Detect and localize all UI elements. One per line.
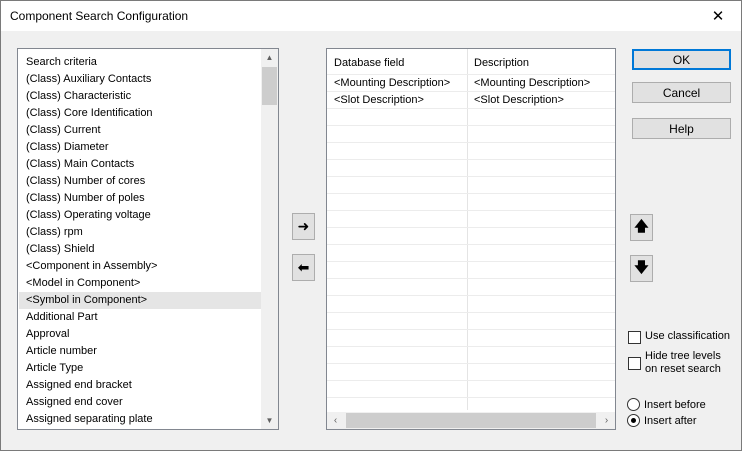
help-button[interactable]: Help — [632, 118, 731, 139]
list-item[interactable]: (Class) Current — [19, 122, 263, 139]
list-item[interactable]: (Class) Core Identification — [19, 105, 263, 122]
dialog-window: Component Search Configuration ✕ Search … — [0, 0, 742, 451]
insert-before-label: Insert before — [644, 398, 706, 411]
cell-description: <Slot Description> — [474, 94, 564, 106]
list-item[interactable]: (Class) Number of poles — [19, 190, 263, 207]
list-item[interactable]: (Class) Shield — [19, 241, 263, 258]
checkbox-box[interactable] — [628, 357, 641, 370]
list-header-item[interactable]: Search criteria — [19, 54, 263, 71]
criteria-scrollbar[interactable]: ▲ ▼ — [261, 49, 278, 429]
list-item[interactable]: Approval — [19, 326, 263, 343]
insert-after-radio[interactable]: Insert after — [627, 414, 697, 427]
scroll-thumb[interactable] — [262, 67, 277, 105]
cell-description: <Mounting Description> — [474, 77, 591, 89]
cell-database-field: <Slot Description> — [334, 94, 424, 106]
use-classification-checkbox[interactable]: Use classification — [628, 330, 730, 344]
close-button[interactable]: ✕ — [695, 1, 741, 31]
list-item[interactable]: (Class) rpm — [19, 224, 263, 241]
scroll-up-icon[interactable]: ▲ — [261, 49, 278, 66]
list-item[interactable]: Article Type — [19, 360, 263, 377]
radio-circle[interactable] — [627, 398, 640, 411]
table-horizontal-scrollbar[interactable]: ‹ › — [327, 412, 615, 429]
list-item[interactable]: <Symbol in Component> — [19, 292, 263, 309]
hide-tree-levels-label: Hide tree levels on reset search — [645, 350, 721, 375]
arrow-left-icon: ⬅ — [297, 259, 310, 275]
horizontal-scroll-thumb[interactable] — [346, 413, 596, 428]
window-title: Component Search Configuration — [10, 9, 189, 23]
checkbox-box[interactable] — [628, 331, 641, 344]
move-down-button[interactable]: 🡇 — [630, 255, 653, 282]
list-item[interactable]: (Class) Operating voltage — [19, 207, 263, 224]
remove-field-button[interactable]: ⬅ — [292, 254, 315, 281]
cancel-button[interactable]: Cancel — [632, 82, 731, 103]
move-up-button[interactable]: 🡅 — [630, 214, 653, 241]
close-icon: ✕ — [711, 8, 725, 25]
hide-tree-levels-checkbox[interactable]: Hide tree levels on reset search — [628, 350, 721, 376]
column-header-description[interactable]: Description — [474, 55, 529, 71]
list-item[interactable]: Assigned separating plate — [19, 411, 263, 428]
list-item[interactable]: Article number — [19, 343, 263, 360]
radio-circle[interactable] — [627, 414, 640, 427]
arrow-down-icon: 🡇 — [634, 258, 649, 275]
scroll-right-icon[interactable]: › — [598, 412, 615, 429]
title-bar: Component Search Configuration ✕ — [1, 1, 741, 31]
list-item[interactable]: (Class) Characteristic — [19, 88, 263, 105]
scroll-down-icon[interactable]: ▼ — [261, 412, 278, 429]
use-classification-label: Use classification — [645, 330, 730, 342]
insert-before-radio[interactable]: Insert before — [627, 398, 706, 411]
column-header-database-field[interactable]: Database field — [334, 55, 404, 71]
insert-after-label: Insert after — [644, 414, 697, 427]
list-item[interactable]: <Model in Component> — [19, 275, 263, 292]
list-item[interactable]: (Class) Number of cores — [19, 173, 263, 190]
selected-fields-table[interactable]: Database field Description <Mounting Des… — [326, 48, 616, 430]
arrow-up-icon: 🡅 — [634, 217, 649, 234]
scroll-left-icon[interactable]: ‹ — [327, 412, 344, 429]
list-item[interactable]: <Component in Assembly> — [19, 258, 263, 275]
list-item[interactable]: (Class) Diameter — [19, 139, 263, 156]
list-item[interactable]: (Class) Auxiliary Contacts — [19, 71, 263, 88]
cell-database-field: <Mounting Description> — [334, 77, 451, 89]
arrow-right-icon: ➜ — [297, 218, 310, 234]
add-field-button[interactable]: ➜ — [292, 213, 315, 240]
list-item[interactable]: (Class) Main Contacts — [19, 156, 263, 173]
ok-button[interactable]: OK — [632, 49, 731, 70]
list-item[interactable]: Additional Part — [19, 309, 263, 326]
search-criteria-list[interactable]: Search criteria (Class) Auxiliary Contact… — [17, 48, 279, 430]
list-item[interactable]: Assigned end cover — [19, 394, 263, 411]
list-item[interactable]: Assigned end bracket — [19, 377, 263, 394]
